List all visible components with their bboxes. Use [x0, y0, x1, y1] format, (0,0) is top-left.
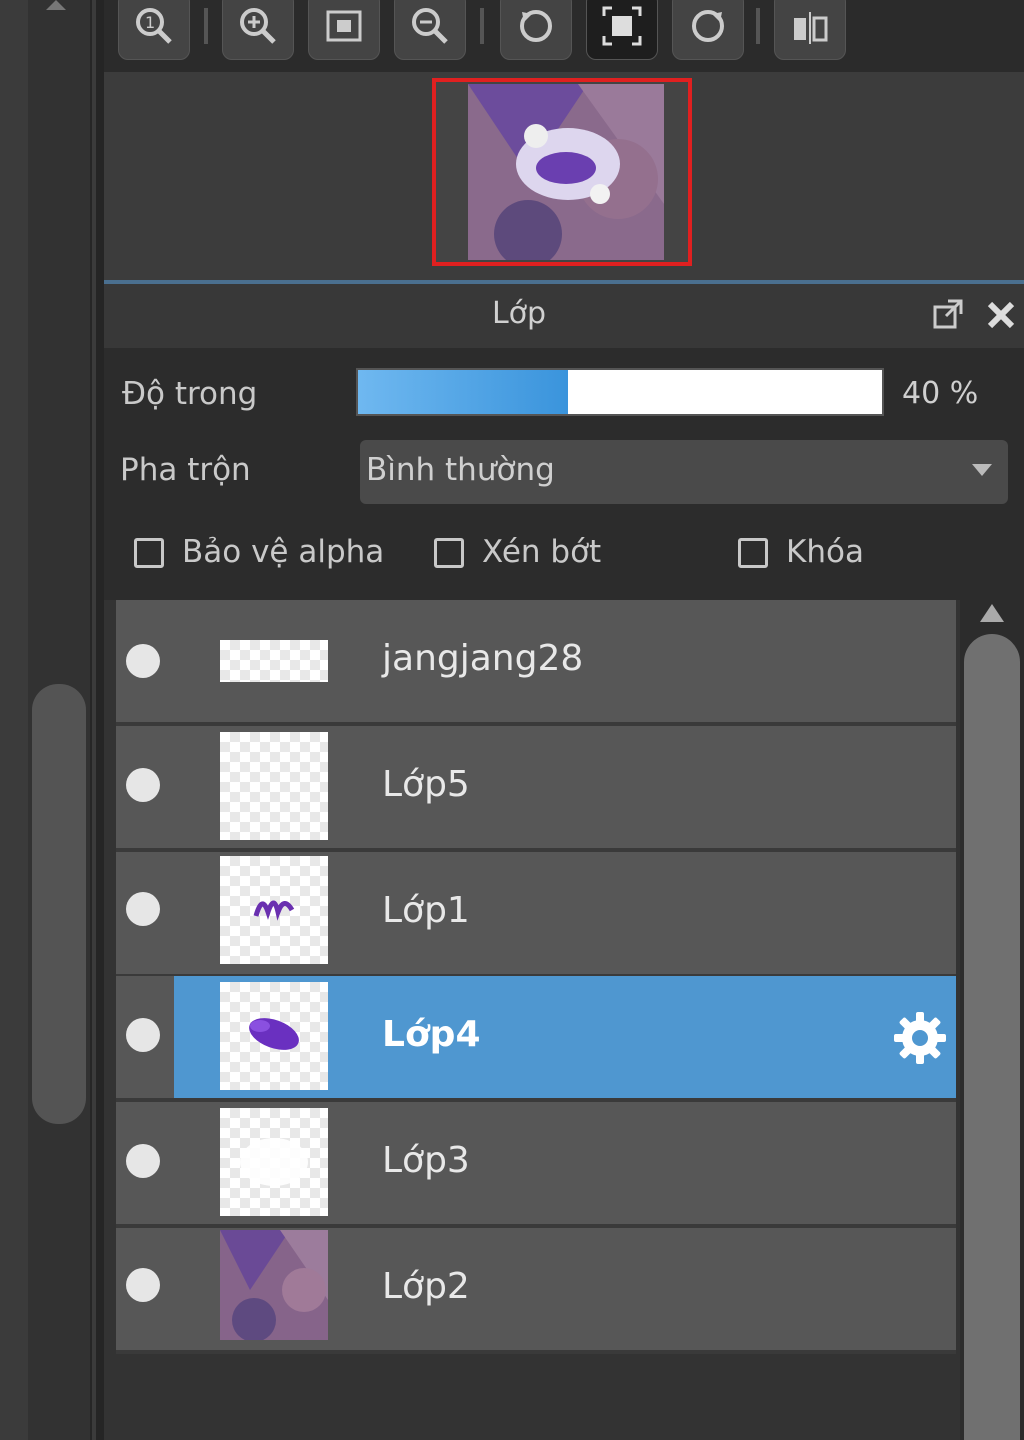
- left-scrollbar-thumb[interactable]: [32, 684, 86, 1124]
- layer-thumbnail: [220, 1108, 328, 1216]
- zoom-in-icon: [240, 8, 276, 44]
- layer-row[interactable]: Lớp1: [116, 852, 956, 978]
- protect-alpha-label[interactable]: Bảo vệ alpha: [182, 534, 384, 570]
- clipping-label[interactable]: Xén bớt: [482, 534, 601, 570]
- layer-name: jangjang28: [382, 638, 584, 679]
- scrollbar-thumb[interactable]: [964, 634, 1020, 1440]
- layer-name: Lớp3: [382, 1140, 470, 1181]
- layer-artwork: [240, 1138, 308, 1186]
- layer-row[interactable]: Lớp3: [116, 1102, 956, 1228]
- visibility-toggle-icon[interactable]: [126, 1268, 160, 1302]
- toolbar-separator: [480, 8, 484, 44]
- blend-mode-value: Bình thường: [366, 452, 555, 488]
- left-scroll-up-icon[interactable]: [46, 0, 66, 10]
- lock-checkbox[interactable]: [738, 538, 768, 568]
- fullscreen-button[interactable]: [586, 0, 658, 60]
- zoom-in-button[interactable]: [222, 0, 294, 60]
- opacity-slider-fill[interactable]: [358, 370, 568, 414]
- blend-mode-label: Pha trộn: [120, 452, 251, 488]
- svg-text:1: 1: [145, 13, 155, 32]
- layer-name: Lớp2: [382, 1266, 470, 1307]
- layer-name: Lớp5: [382, 764, 470, 805]
- visibility-toggle-icon[interactable]: [126, 1144, 160, 1178]
- layer-artwork: [253, 900, 295, 921]
- toolbar-separator: [204, 8, 208, 44]
- visibility-toggle-icon[interactable]: [126, 892, 160, 926]
- fullscreen-icon: [602, 6, 642, 46]
- layer-row[interactable]: jangjang28: [116, 600, 956, 726]
- rotate-left-button[interactable]: [500, 0, 572, 60]
- visibility-toggle-icon[interactable]: [126, 768, 160, 802]
- zoom-out-icon: [412, 8, 448, 44]
- layer-row[interactable]: Lớp2: [116, 1228, 956, 1354]
- lock-label[interactable]: Khóa: [786, 534, 864, 570]
- protect-alpha-checkbox[interactable]: [134, 538, 164, 568]
- close-icon[interactable]: [984, 298, 1018, 332]
- zoom-actual-icon: 1: [136, 8, 172, 44]
- layer-thumbnail: [220, 1230, 328, 1340]
- opacity-value: 40 %: [902, 376, 979, 411]
- panel-divider[interactable]: [96, 0, 104, 1440]
- zoom-out-button[interactable]: [394, 0, 466, 60]
- flip-icon: [794, 12, 828, 44]
- opacity-label: Độ trong: [122, 376, 258, 412]
- fit-screen-button[interactable]: [308, 0, 380, 60]
- layer-name: Lớp1: [382, 890, 470, 931]
- layer-artwork: [220, 1230, 328, 1340]
- layer-thumbnail: [220, 982, 328, 1090]
- layer-row[interactable]: Lớp5: [116, 726, 956, 852]
- chevron-down-icon[interactable]: [972, 464, 992, 476]
- panel-title: Lớp: [491, 296, 547, 331]
- flip-button[interactable]: [774, 0, 846, 60]
- rotate-left-icon: [520, 10, 552, 42]
- layer-thumbnail: [220, 640, 328, 682]
- popout-icon[interactable]: [932, 298, 964, 330]
- rotate-right-icon: [692, 10, 724, 42]
- navigator-toolbar: 1: [104, 0, 1024, 72]
- visibility-toggle-icon[interactable]: [126, 644, 160, 678]
- layer-artwork: [249, 1018, 299, 1050]
- rotate-right-button[interactable]: [672, 0, 744, 60]
- gear-icon[interactable]: [890, 1008, 950, 1068]
- zoom-actual-button[interactable]: 1: [118, 0, 190, 60]
- toolbar-separator: [756, 8, 760, 44]
- visibility-toggle-icon[interactable]: [126, 1018, 160, 1052]
- scroll-up-icon[interactable]: [980, 604, 1004, 622]
- layer-name: Lớp4: [382, 1014, 481, 1055]
- fit-screen-icon: [326, 10, 362, 42]
- clipping-checkbox[interactable]: [434, 538, 464, 568]
- layer-row-selected[interactable]: Lớp4: [116, 976, 956, 1102]
- layer-thumbnail: [220, 732, 328, 840]
- layer-thumbnail: [220, 856, 328, 964]
- canvas-thumbnail: [468, 84, 664, 260]
